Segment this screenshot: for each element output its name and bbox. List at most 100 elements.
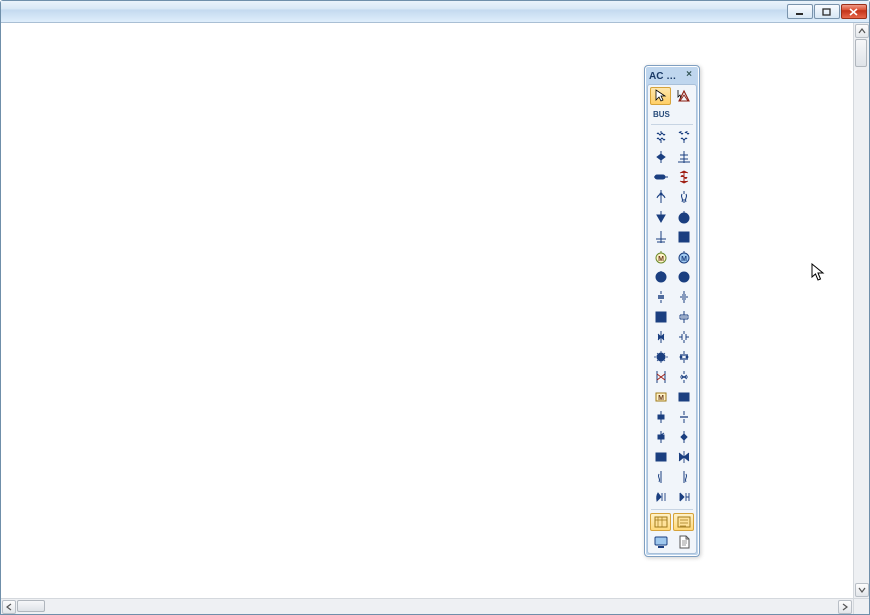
hvdc-link-tool[interactable] bbox=[673, 288, 694, 306]
horizontal-scrollbar[interactable] bbox=[1, 598, 853, 614]
scroll-down-button[interactable] bbox=[855, 583, 869, 597]
generator-tool[interactable] bbox=[673, 168, 694, 186]
ground-icon bbox=[653, 270, 669, 284]
reactor-tool[interactable] bbox=[650, 168, 671, 186]
pt-tool[interactable] bbox=[673, 408, 694, 426]
close-button[interactable] bbox=[841, 4, 867, 19]
lumped-load-tool[interactable] bbox=[650, 208, 671, 226]
dc-link-tool[interactable] bbox=[650, 468, 671, 486]
ct-tool[interactable] bbox=[650, 408, 671, 426]
scroll-up-button[interactable] bbox=[855, 24, 869, 38]
hscroll-track[interactable] bbox=[17, 599, 837, 614]
transmission-line-tool[interactable] bbox=[673, 148, 694, 166]
hscroll-thumb[interactable] bbox=[17, 600, 45, 612]
power-grid-tool[interactable] bbox=[673, 87, 694, 105]
composite-network-icon bbox=[676, 450, 692, 464]
composite-network-tool[interactable] bbox=[673, 448, 694, 466]
cable-tool[interactable] bbox=[650, 148, 671, 166]
relay-tool[interactable] bbox=[673, 468, 694, 486]
transformer-3w-icon bbox=[676, 130, 692, 144]
bus-label: BUS bbox=[650, 107, 696, 121]
titlebar[interactable] bbox=[1, 1, 869, 23]
phase-adapter-tool[interactable] bbox=[650, 448, 671, 466]
capacitor-icon bbox=[676, 270, 692, 284]
remote-connector-tool[interactable] bbox=[673, 428, 694, 446]
maximize-icon bbox=[822, 8, 832, 16]
ac-elements-palette[interactable]: AC E… × bbox=[644, 65, 700, 557]
harmonic-filter-icon bbox=[653, 290, 669, 304]
client-area: AC E… × bbox=[1, 23, 869, 614]
motor-tool[interactable] bbox=[673, 208, 694, 226]
capacitor-tool[interactable] bbox=[673, 268, 694, 286]
schedule-2-button[interactable] bbox=[673, 513, 694, 531]
remote-connector-icon bbox=[676, 430, 692, 444]
induction-machine-tool[interactable]: M bbox=[650, 248, 671, 266]
ups-icon bbox=[676, 310, 692, 324]
scroll-left-button[interactable] bbox=[2, 600, 16, 614]
vscroll-thumb[interactable] bbox=[855, 39, 867, 67]
phase-adapter-icon bbox=[653, 450, 669, 464]
cable-icon bbox=[653, 150, 669, 164]
charger-tool[interactable] bbox=[673, 328, 694, 346]
pointer-tool[interactable] bbox=[650, 87, 671, 105]
transformer-2w-icon bbox=[653, 130, 669, 144]
multimeter-icon bbox=[653, 490, 669, 504]
hvdc-link-icon bbox=[676, 290, 692, 304]
generator-icon bbox=[676, 170, 692, 184]
display-tool[interactable] bbox=[650, 533, 671, 551]
minimize-icon bbox=[795, 8, 805, 16]
pointer-icon bbox=[654, 89, 668, 103]
mov-tool[interactable] bbox=[673, 228, 694, 246]
panel-board-tool[interactable] bbox=[673, 348, 694, 366]
palette-titlebar[interactable]: AC E… × bbox=[647, 68, 697, 84]
chevron-up-icon bbox=[858, 28, 866, 34]
relay-icon bbox=[676, 470, 692, 484]
contactor-icon bbox=[676, 370, 692, 384]
minimize-button[interactable] bbox=[787, 4, 813, 19]
contactor-tool[interactable] bbox=[673, 368, 694, 386]
vertical-scrollbar[interactable] bbox=[853, 23, 869, 598]
fuse-tool[interactable] bbox=[650, 368, 671, 386]
chevron-left-icon bbox=[6, 603, 12, 611]
inverter-icon bbox=[676, 190, 692, 204]
multimeter-tool[interactable] bbox=[650, 488, 671, 506]
vfd-tool[interactable] bbox=[650, 328, 671, 346]
multimeter-2-icon bbox=[676, 490, 692, 504]
vscroll-track[interactable] bbox=[854, 39, 869, 582]
high-voltage-cb-tool[interactable] bbox=[673, 388, 694, 406]
power-grid-icon bbox=[676, 89, 692, 103]
pv-array-tool[interactable] bbox=[650, 348, 671, 366]
ups-tool[interactable] bbox=[673, 308, 694, 326]
schedule-button[interactable] bbox=[650, 513, 671, 531]
low-voltage-cb-tool[interactable]: M bbox=[650, 388, 671, 406]
separator bbox=[651, 124, 693, 125]
close-icon bbox=[849, 8, 859, 16]
palette-title: AC E… bbox=[649, 71, 681, 82]
multimeter-2-tool[interactable] bbox=[673, 488, 694, 506]
maximize-button[interactable] bbox=[814, 4, 840, 19]
scroll-right-button[interactable] bbox=[838, 600, 852, 614]
palette-close-button[interactable]: × bbox=[683, 70, 695, 82]
drawing-canvas[interactable] bbox=[1, 23, 853, 598]
single-throw-switch-tool[interactable] bbox=[650, 428, 671, 446]
single-throw-switch-icon bbox=[653, 430, 669, 444]
wind-turbine-tool[interactable] bbox=[650, 188, 671, 206]
wind-turbine-icon bbox=[653, 190, 669, 204]
static-load-tool[interactable]: M bbox=[673, 248, 694, 266]
sync-motor-icon bbox=[653, 230, 669, 244]
transmission-line-icon bbox=[676, 150, 692, 164]
sync-motor-tool[interactable] bbox=[650, 228, 671, 246]
window-controls bbox=[786, 4, 867, 19]
ground-tool[interactable] bbox=[650, 268, 671, 286]
svc-tool[interactable] bbox=[650, 308, 671, 326]
document-tool[interactable] bbox=[673, 533, 694, 551]
low-voltage-cb-icon: M bbox=[653, 390, 669, 404]
harmonic-filter-tool[interactable] bbox=[650, 288, 671, 306]
transformer-3w-tool[interactable] bbox=[673, 128, 694, 146]
palette-body: BUS bbox=[647, 84, 697, 554]
motor-icon bbox=[676, 210, 692, 224]
inverter-tool[interactable] bbox=[673, 188, 694, 206]
scrollbar-corner bbox=[853, 598, 869, 614]
transformer-2w-tool[interactable] bbox=[650, 128, 671, 146]
vfd-icon bbox=[653, 330, 669, 344]
